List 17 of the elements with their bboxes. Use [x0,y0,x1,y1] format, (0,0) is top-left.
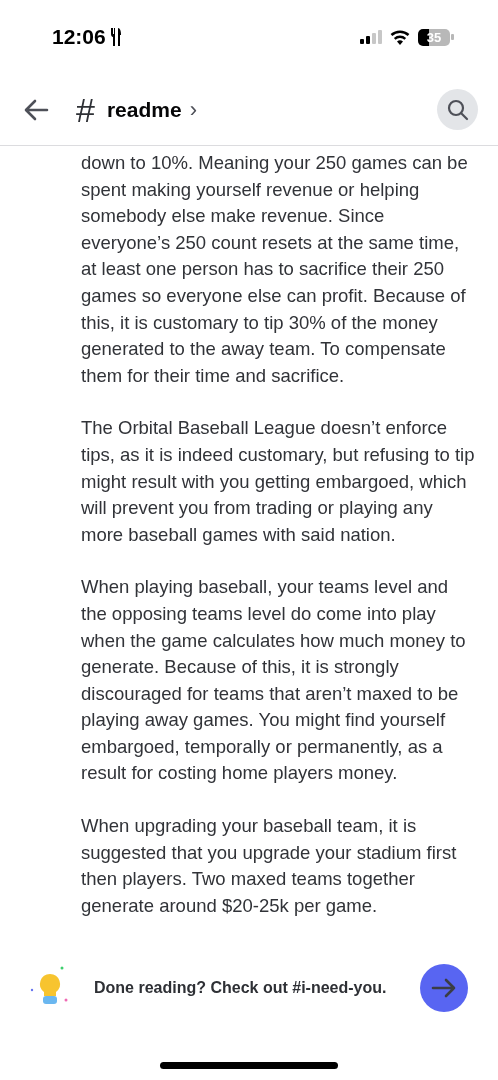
message-paragraph: When playing baseball, your teams level and the opposing teams level do come into play when the game calculates how much money to generate. Because of this, it is strongly discouraged for teams that aren’t maxed to be playing away games. You might find yourself embargoed, temporally or permanently, as a result for costing home players money. [81,575,467,786]
search-icon [446,98,469,121]
fork-knife-icon [109,27,122,47]
chevron[interactable]: › [189,96,197,123]
search-button[interactable] [437,89,478,130]
status-time: 12:06 [52,25,106,49]
signal-icon [360,30,382,44]
message-paragraph: down to 10%. Meaning your 250 games can be spent making yourself revenue or helping somebody else make revenue. Since everyone’s 250 count resets at the same time, at least one person has to sacrifice their 250 games so everyone else can profit. Because of this, it is customary to tip 30% of the money generated to the away team. To compensate them for their time and sacrifice. [81,151,469,388]
channel-hash: # [76,92,95,127]
read-prompt: Done reading? Check out #i-need-you. [94,979,387,997]
wifi-icon [390,29,410,45]
next-button[interactable] [420,964,468,1012]
message-paragraph: The Orbital Baseball League doesn’t enforce tips, as it is indeed customary, but refusing to tip might result with you getting embargoed, which will prevent you from trading or playing any more baseball games with said nation. [81,416,476,547]
message-paragraph: When upgrading your baseball team, it is suggested that you upgrade your stadium first then players. Two maxed teams together generate around $20-25k per game. [81,814,458,918]
channel-name[interactable]: readme [106,97,182,122]
battery-tip-icon [451,34,454,40]
arrow-right-icon [431,978,457,998]
